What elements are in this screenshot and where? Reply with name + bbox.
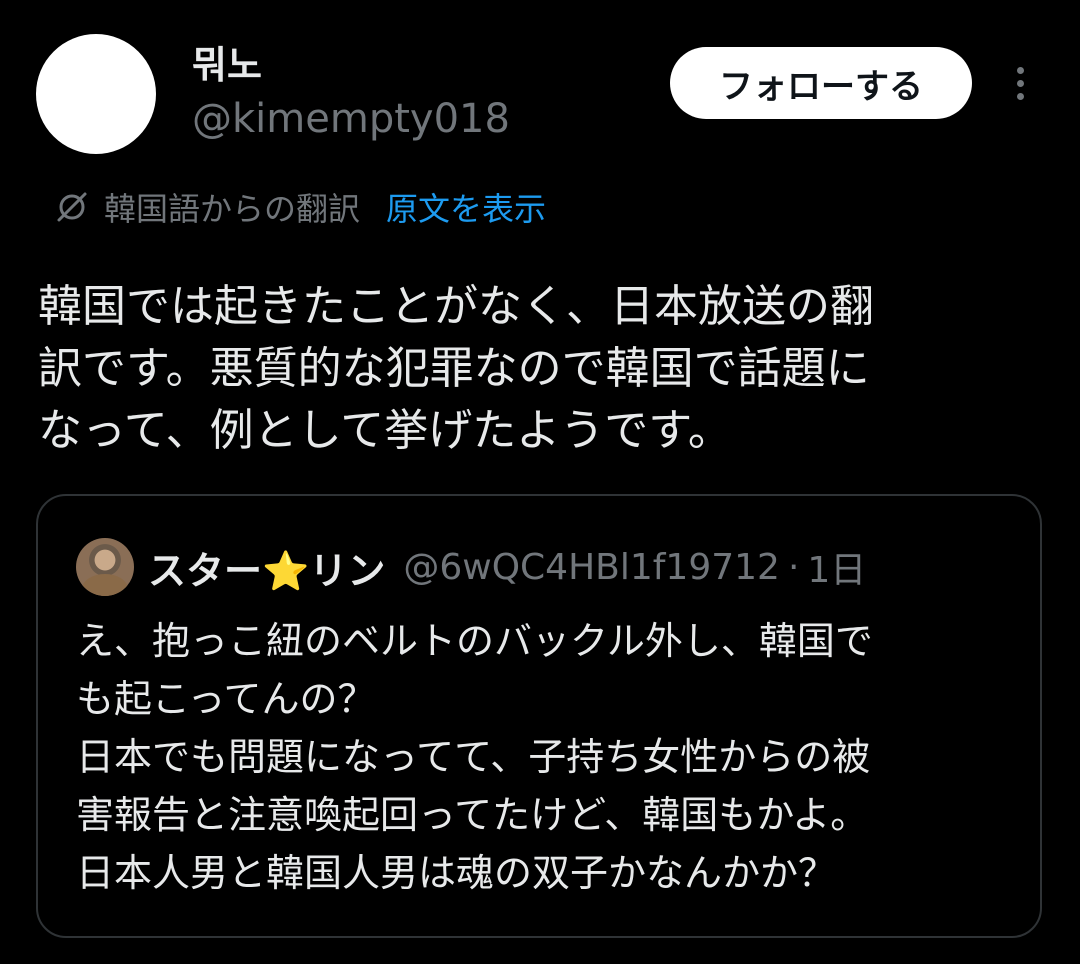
show-original-link[interactable]: 原文を表示: [386, 184, 546, 230]
more-dot: [1016, 66, 1024, 74]
more-options-icon[interactable]: [1000, 58, 1040, 108]
quote-name-suffix: リン: [309, 548, 386, 593]
translation-bar: 韓国語からの翻訳 原文を表示: [52, 184, 546, 230]
quote-name-prefix: スター: [148, 548, 263, 593]
quote-author-handle: @6wQC4HBl1f19712: [403, 546, 780, 588]
quote-separator: ·: [787, 546, 800, 588]
quote-author-avatar[interactable]: [76, 538, 134, 596]
quote-header: スター⭐リン @6wQC4HBl1f19712 · 1日: [148, 540, 866, 594]
globe-translate-icon: [57, 192, 87, 222]
avatar-figure: [82, 574, 128, 596]
star-icon: ⭐: [262, 548, 310, 593]
quote-text: え、抱っこ紐のベルトのバックル外し、韓国で も起こってんの？ 日本でも問題になっ…: [76, 619, 873, 895]
more-dot: [1016, 79, 1024, 87]
author-display-name[interactable]: 뭐노: [192, 42, 262, 88]
tweet-text: 韓国では起きたことがなく、日本放送の翻 訳です。悪質的な犯罪なので韓国で話題に …: [38, 281, 874, 456]
quote-author-name[interactable]: スター⭐リン: [148, 540, 385, 595]
translation-label: 韓国語からの翻訳: [104, 190, 361, 228]
follow-button[interactable]: フォローする: [670, 47, 972, 119]
more-dot: [1016, 92, 1024, 100]
author-handle[interactable]: @kimempty018: [192, 94, 510, 144]
author-avatar[interactable]: [36, 34, 156, 154]
quote-tweet-card[interactable]: スター⭐リン @6wQC4HBl1f19712 · 1日 え、抱っこ紐のベルトの…: [36, 494, 1042, 938]
quote-timestamp[interactable]: 1日: [807, 541, 866, 593]
